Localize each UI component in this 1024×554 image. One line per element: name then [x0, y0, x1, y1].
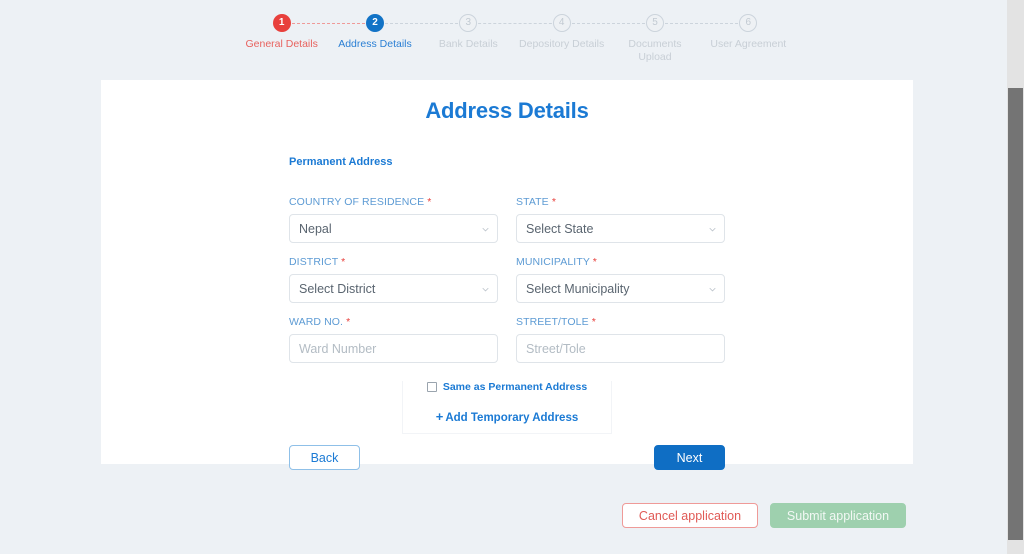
field-label: MUNICIPALITY *	[516, 256, 725, 268]
same-as-permanent-label: Same as Permanent Address	[442, 381, 588, 393]
step-number-badge: 2	[365, 14, 384, 32]
municipality-select-value: Select Municipality	[526, 281, 630, 296]
step-label: Bank Details	[438, 38, 498, 50]
stepper-step-address-details[interactable]: 2 Address Details	[281, 14, 421, 51]
step-number-badge: 6	[739, 14, 758, 32]
next-button[interactable]: Next	[654, 445, 725, 470]
progress-stepper: 1 General Details 2 Address Details 3 Ba…	[0, 0, 1024, 64]
stepper-step-documents-upload[interactable]: 5 Documents Upload	[561, 14, 701, 64]
stepper-step-bank-details[interactable]: 3 Bank Details	[375, 14, 515, 51]
chevron-down-icon	[709, 227, 716, 232]
municipality-select[interactable]: Select Municipality	[516, 274, 725, 303]
required-marker: *	[427, 196, 432, 208]
field-label-text: DISTRICT	[289, 256, 339, 268]
add-temporary-address-button[interactable]: + Add Temporary Address	[403, 409, 611, 424]
field-municipality: MUNICIPALITY * Select Municipality	[516, 256, 725, 303]
field-street-tole: STREET/TOLE * Street/Tole	[516, 316, 725, 363]
add-temporary-address-label: Add Temporary Address	[445, 412, 579, 424]
state-select-value: Select State	[526, 221, 594, 236]
field-district: DISTRICT * Select District	[289, 256, 498, 303]
page-scrollbar[interactable]	[1007, 0, 1024, 554]
step-number-badge: 5	[645, 14, 664, 32]
ward-number-input[interactable]: Ward Number	[289, 334, 498, 363]
same-as-permanent-row[interactable]: Same as Permanent Address	[403, 381, 611, 393]
same-as-permanent-checkbox[interactable]	[426, 382, 437, 392]
stepper-step-user-agreement[interactable]: 6 User Agreement	[654, 14, 795, 51]
field-label-text: COUNTRY OF RESIDENCE	[289, 196, 425, 208]
step-connector	[654, 23, 749, 24]
required-marker: *	[341, 256, 346, 268]
field-ward-no: WARD NO. * Ward Number	[289, 316, 498, 363]
plus-icon: +	[435, 409, 444, 424]
form-row: DISTRICT * Select District MUNICIPALITY …	[289, 256, 725, 303]
field-label: STREET/TOLE *	[516, 316, 725, 328]
step-connector	[281, 23, 375, 24]
form-row: WARD NO. * Ward Number STREET/TOLE * Str…	[289, 316, 725, 363]
step-label: Address Details	[338, 38, 412, 50]
step-label: Documents Upload	[628, 38, 682, 63]
stepper-step-depository-details[interactable]: 4 Depository Details	[468, 14, 608, 51]
address-details-card: Address Details Permanent Address COUNTR…	[101, 80, 913, 470]
step-number-badge: 4	[552, 14, 571, 32]
field-label-text: STREET/TOLE	[516, 316, 589, 328]
page-title: Address Details	[425, 98, 589, 123]
field-label: STATE *	[516, 196, 725, 208]
field-label: DISTRICT *	[289, 256, 498, 268]
form-row: COUNTRY OF RESIDENCE * Nepal STATE * Sel…	[289, 196, 725, 243]
chevron-down-icon	[482, 287, 489, 292]
field-label: COUNTRY OF RESIDENCE *	[289, 196, 498, 208]
form-navigation: Back Next	[289, 445, 725, 470]
district-select-value: Select District	[299, 281, 376, 296]
step-number-badge: 3	[459, 14, 478, 32]
stepper-step-general-details[interactable]: 1 General Details	[235, 14, 328, 51]
field-label-text: MUNICIPALITY	[516, 256, 590, 268]
required-marker: *	[592, 256, 597, 268]
field-state: STATE * Select State	[516, 196, 725, 243]
country-select[interactable]: Nepal	[289, 214, 498, 243]
state-select[interactable]: Select State	[516, 214, 725, 243]
chevron-down-icon	[482, 227, 489, 232]
field-country-of-residence: COUNTRY OF RESIDENCE * Nepal	[289, 196, 498, 243]
required-marker: *	[591, 316, 596, 328]
chevron-down-icon	[709, 287, 716, 292]
street-tole-input[interactable]: Street/Tole	[516, 334, 725, 363]
field-label-text: STATE	[516, 196, 549, 208]
required-marker: *	[346, 316, 351, 328]
required-marker: *	[551, 196, 556, 208]
step-label: Depository Details	[519, 38, 605, 50]
step-number-badge: 1	[272, 14, 291, 32]
ward-number-placeholder: Ward Number	[299, 341, 377, 356]
section-title-permanent-address: Permanent Address	[289, 156, 393, 168]
district-select[interactable]: Select District	[289, 274, 498, 303]
country-select-value: Nepal	[299, 221, 332, 236]
submit-application-button[interactable]: Submit application	[770, 503, 906, 528]
scrollbar-thumb[interactable]	[1008, 88, 1023, 540]
step-label: User Agreement	[710, 38, 787, 50]
field-label: WARD NO. *	[289, 316, 498, 328]
street-tole-placeholder: Street/Tole	[526, 341, 586, 356]
cancel-application-button[interactable]: Cancel application	[622, 503, 758, 528]
application-actions: Cancel application Submit application	[622, 503, 906, 528]
step-connector	[375, 23, 469, 24]
back-button[interactable]: Back	[289, 445, 360, 470]
step-connector	[468, 23, 562, 24]
field-label-text: WARD NO.	[289, 316, 344, 328]
step-connector	[561, 23, 655, 24]
address-form: Permanent Address COUNTRY OF RESIDENCE *…	[289, 124, 725, 363]
step-label: General Details	[245, 38, 318, 50]
temporary-address-section: Same as Permanent Address + Add Temporary…	[402, 381, 612, 434]
